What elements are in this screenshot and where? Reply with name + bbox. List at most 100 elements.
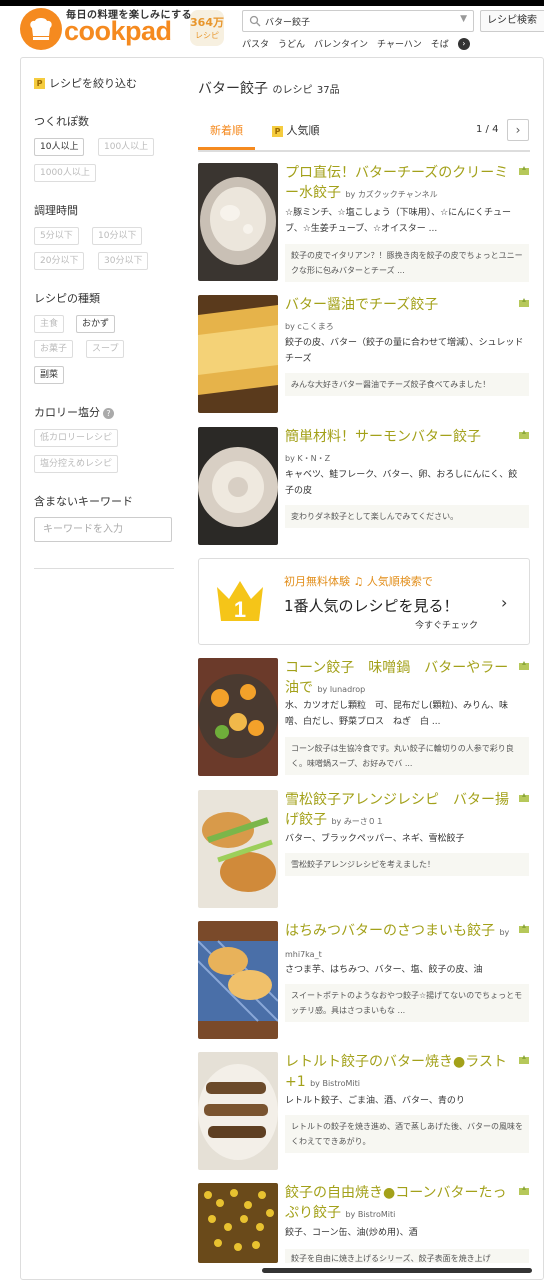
recipe-ingredients: ☆豚ミンチ、☆塩こしょう（下味用）、☆にんにくチューブ、☆生姜チューブ、☆オイス… — [285, 208, 511, 234]
suggestion-link[interactable]: そば — [431, 37, 449, 50]
save-recipe-icon[interactable] — [518, 428, 530, 440]
dropdown-arrow-icon[interactable]: ▼ — [460, 14, 467, 24]
author-prefix: by — [331, 817, 342, 826]
premium-icon: P — [34, 77, 45, 89]
page-indicator: 1 / 4 — [476, 124, 499, 135]
recipe-title[interactable]: プロ直伝！バターチーズのクリーミー水餃子 by カズクックチャンネル — [285, 163, 511, 205]
promo-line1: 初月無料体験 ♫ 人気順検索で — [284, 575, 433, 588]
search-button[interactable]: レシピ検索 — [480, 10, 544, 32]
filter-title-label: レシピを絞り込む — [49, 77, 137, 90]
chip-kind-side[interactable]: おかず — [76, 315, 116, 333]
suggestion-link[interactable]: うどん — [278, 37, 305, 50]
recipe-title-text[interactable]: 簡単材料！サーモンバター餃子 — [285, 429, 481, 445]
recipe-thumbnail[interactable] — [198, 295, 278, 413]
recipe-author[interactable]: カズクックチャンネル — [358, 190, 438, 199]
chip-low-salt[interactable]: 塩分控えめレシピ — [34, 455, 119, 473]
recipe-title[interactable]: レトルト餃子のバター焼き●ラスト+1 by BistroMiti — [285, 1052, 511, 1094]
save-recipe-icon[interactable] — [518, 1053, 530, 1065]
promo-cta[interactable]: 今すぐチェック — [415, 618, 478, 631]
recipe-ingredients: 餃子の皮、バター（餃子の量に合わせて増減）、シュレッドチーズ — [285, 338, 524, 364]
chip-low-calorie[interactable]: 低カロリーレシピ — [34, 429, 119, 447]
suggestion-link[interactable]: バレンタイン — [314, 37, 368, 50]
recipe-title-text[interactable]: バター醤油でチーズ餃子 — [285, 297, 438, 313]
search-keyword: バター餃子 — [198, 81, 268, 97]
recipe-author[interactable]: mhi7ka_t — [285, 950, 322, 959]
chip-time-20[interactable]: 20分以下 — [34, 252, 85, 270]
suggestion-link[interactable]: チャーハン — [377, 37, 422, 50]
recipe-author[interactable]: みーさ０１ — [344, 817, 384, 826]
recipe-description: 餃子の皮でイタリアン？！豚挽き肉を餃子の皮でちょっとユニークな形に包みバターとチ… — [285, 244, 529, 282]
chip-time-10[interactable]: 10分以下 — [92, 227, 143, 245]
author-prefix: by — [310, 1079, 320, 1088]
author-prefix: by — [285, 454, 295, 463]
exclude-keyword-input[interactable]: キーワードを入力 — [34, 517, 172, 542]
save-recipe-icon[interactable] — [518, 1184, 530, 1196]
search-input[interactable] — [265, 13, 455, 29]
tab-newest[interactable]: 新着順 — [198, 122, 255, 150]
search-suggestions: パスタ うどん バレンタイン チャーハン そば › — [242, 37, 470, 50]
badge-label: レシピ — [195, 31, 219, 40]
author-prefix: by — [285, 322, 295, 331]
recipe-ingredients: レトルト餃子、ごま油、酒、バター、青のり — [285, 1096, 465, 1106]
crown-rank-number: 1 — [234, 597, 246, 622]
save-recipe-icon[interactable] — [518, 791, 530, 803]
recipe-title[interactable]: 雪松餃子アレンジレシピ バター揚げ餃子 by みーさ０１ — [285, 790, 511, 832]
recipe-title[interactable]: バター醤油でチーズ餃子 by cこくまろ — [285, 295, 511, 337]
recipe-title-text[interactable]: はちみつバターのさつまいも餃子 — [285, 923, 495, 939]
chip-kind-main[interactable]: 主食 — [34, 315, 65, 333]
tab-popular-label: 人気順 — [286, 124, 320, 137]
chip-tsukurepo-100[interactable]: 100人以上 — [98, 138, 155, 156]
recipe-description: 餃子を自由に焼き上げるシリーズ、餃子表面を焼き上げ — [285, 1249, 529, 1263]
recipe-author[interactable]: BistroMiti — [322, 1079, 360, 1088]
chevron-right-icon[interactable]: › — [501, 593, 507, 612]
exclude-heading: 含まないキーワード — [34, 495, 133, 508]
suggestion-link[interactable]: パスタ — [242, 37, 269, 50]
recipe-author[interactable]: K・N・Z — [297, 454, 330, 463]
recipe-thumbnail[interactable] — [198, 790, 278, 908]
recipe-title-text[interactable]: 餃子の自由焼き●コーンバターたっぷり餃子 — [285, 1185, 507, 1221]
search-box[interactable]: ▼ — [242, 10, 474, 32]
chip-time-5[interactable]: 5分以下 — [34, 227, 79, 245]
save-recipe-icon[interactable] — [518, 922, 530, 934]
help-icon[interactable]: ? — [103, 407, 114, 419]
recipe-ingredients: キャベツ、鮭フレーク、バター、卵、おろしにんにく、餃子の皮 — [285, 470, 518, 496]
recipe-description: レトルトの餃子を焼き進め、酒で蒸しあげた後、バターの風味をくわえてできあがり。 — [285, 1115, 529, 1153]
recipe-thumbnail[interactable] — [198, 427, 278, 545]
chip-tsukurepo-10[interactable]: 10人以上 — [34, 138, 85, 156]
recipe-title[interactable]: コーン餃子 味噌鍋 バターやラー油で by lunadrop — [285, 658, 511, 700]
recipe-description: スイートポテトのようなおやつ餃子☆揚げてないのでちょっとモッチリ感。具はさつまい… — [285, 984, 529, 1022]
author-prefix: by — [345, 190, 356, 199]
chip-time-30[interactable]: 30分以下 — [98, 252, 149, 270]
recipe-description: コーン餃子は生協冷食です。丸い餃子に輪切りの人参で彩り良く。味噌鍋スープ、お好み… — [285, 737, 529, 775]
premium-promo-banner[interactable]: 1 初月無料体験 ♫ 人気順検索で 1番人気のレシピを見る！ 今すぐチェック › — [198, 558, 530, 645]
recipe-thumbnail[interactable] — [198, 1052, 278, 1170]
recipe-thumbnail[interactable] — [198, 1183, 278, 1263]
recipe-title[interactable]: 簡単材料！サーモンバター餃子 by K・N・Z — [285, 427, 511, 469]
chip-kind-sidedish[interactable]: 副菜 — [34, 366, 65, 384]
results-suffix: のレシピ — [272, 85, 313, 96]
next-page-button[interactable]: › — [507, 119, 529, 141]
recipe-author[interactable]: lunadrop — [330, 685, 365, 694]
recipe-title[interactable]: はちみつバターのさつまいも餃子 by mhi7ka_t — [285, 921, 511, 965]
recipe-thumbnail[interactable] — [198, 163, 278, 281]
save-recipe-icon[interactable] — [518, 296, 530, 308]
recipe-description: みんな大好きバター醤油でチーズ餃子食べてみました！ — [285, 373, 529, 396]
chip-kind-soup[interactable]: スープ — [86, 340, 125, 358]
recipe-author[interactable]: cこくまろ — [297, 322, 333, 331]
chip-kind-sweets[interactable]: お菓子 — [34, 340, 74, 358]
tab-popular[interactable]: P 人気順 — [272, 122, 320, 150]
recipe-ingredients: さつま芋、はちみつ、バター、塩、餃子の皮、油 — [285, 965, 483, 975]
brand-logo[interactable]: cookpad — [64, 16, 172, 47]
chip-tsukurepo-1000[interactable]: 1000人以上 — [34, 164, 96, 182]
recipe-thumbnail[interactable] — [198, 658, 278, 776]
tsukurepo-heading: つくれぽ数 — [34, 115, 89, 128]
cookpad-logo-icon[interactable] — [20, 8, 62, 50]
recipe-ingredients: 水、カツオだし顆粒 可、昆布だし(顆粒)、みりん、味噌、白だし、野菜ブロス ねぎ… — [285, 701, 509, 727]
more-suggestions-icon[interactable]: › — [457, 37, 470, 50]
recipe-author[interactable]: BistroMiti — [358, 1210, 396, 1219]
save-recipe-icon[interactable] — [518, 164, 530, 176]
recipe-title-text[interactable]: 雪松餃子アレンジレシピ バター揚げ餃子 — [285, 792, 509, 828]
recipe-title[interactable]: 餃子の自由焼き●コーンバターたっぷり餃子 by BistroMiti — [285, 1183, 511, 1225]
save-recipe-icon[interactable] — [518, 659, 530, 671]
recipe-thumbnail[interactable] — [198, 921, 278, 1039]
